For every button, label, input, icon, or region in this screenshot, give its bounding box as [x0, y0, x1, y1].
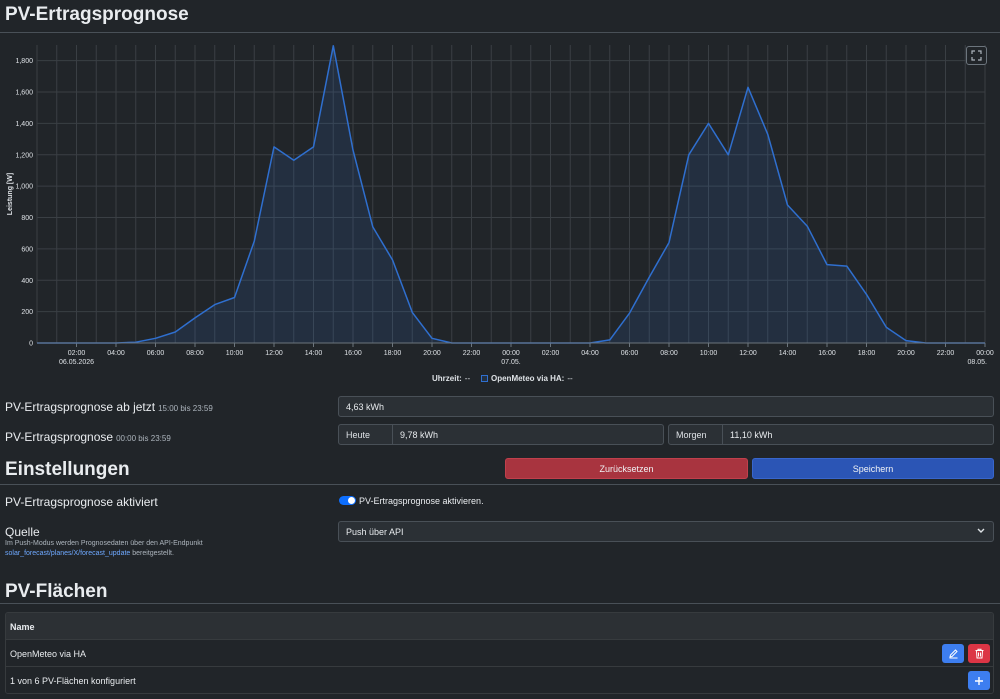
chevron-down-icon	[977, 528, 985, 533]
y-tick-label: 400	[21, 278, 33, 285]
source-help-text: Im Push-Modus werden Prognosedaten über …	[5, 540, 203, 547]
legend-time-label: Uhrzeit:	[432, 374, 462, 383]
source-label: Quelle	[5, 525, 40, 539]
x-tick-date-label: 07.05.	[501, 359, 521, 366]
x-tick-label: 00:00	[502, 350, 520, 357]
forecast-now-field: 4,63 kWh	[338, 396, 994, 417]
column-header-name: Name	[10, 622, 35, 632]
y-tick-label: 600	[21, 246, 33, 253]
forecast-days-range: 00:00 bis 23:59	[116, 434, 171, 443]
source-select[interactable]: Push über API	[338, 521, 994, 542]
legend-series-value: --	[567, 374, 573, 383]
forecast-now-value: 4,63 kWh	[346, 401, 385, 412]
planes-table: Name OpenMeteo via HA 1 von 6 PV-Flächen…	[5, 612, 994, 694]
x-tick-date-label: 06.05.2026	[59, 359, 94, 366]
y-tick-label: 1,200	[15, 152, 33, 159]
today-addon: Heute	[339, 425, 393, 444]
y-tick-label: 1,600	[15, 90, 33, 97]
x-tick-label: 06:00	[621, 350, 639, 357]
forecast-days-title: PV-Ertragsprognose	[5, 430, 114, 444]
legend-time-value: --	[464, 374, 471, 383]
x-tick-label: 08:00	[660, 350, 678, 357]
x-tick-label: 12:00	[265, 350, 283, 357]
x-tick-date-label: 08.05.	[968, 359, 988, 366]
x-tick-label: 12:00	[739, 350, 757, 357]
y-tick-label: 200	[21, 309, 33, 316]
y-tick-label: 1,400	[15, 121, 33, 128]
x-tick-label: 04:00	[581, 350, 599, 357]
divider	[0, 603, 1000, 604]
pencil-icon	[948, 649, 958, 659]
forecast-days-label: PV-Ertragsprognose 00:00 bis 23:59	[5, 430, 171, 444]
table-header: Name	[6, 613, 993, 640]
forecast-tomorrow-field: Morgen 11,10 kWh	[668, 424, 994, 445]
today-value: 9,78 kWh	[400, 429, 439, 440]
y-tick-label: 0	[29, 341, 33, 348]
fullscreen-button[interactable]	[966, 46, 987, 65]
enabled-label: PV-Ertragsprognose aktiviert	[5, 495, 158, 509]
x-tick-label: 10:00	[226, 350, 244, 357]
forecast-chart[interactable]: 0 200 400 600 800 1,000 1,200 1,400 1,600 1,800 Le…	[0, 38, 1000, 390]
divider	[0, 484, 1000, 485]
add-plane-button[interactable]	[968, 671, 990, 690]
settings-title: Einstellungen	[5, 459, 130, 480]
x-tick-label: 20:00	[897, 350, 915, 357]
enabled-toggle[interactable]	[339, 496, 356, 505]
planes-title: PV-Flächen	[5, 581, 108, 602]
trash-icon	[975, 648, 983, 659]
tomorrow-addon: Morgen	[669, 425, 723, 444]
x-tick-label: 16:00	[344, 350, 362, 357]
x-tick-label: 22:00	[463, 350, 481, 357]
x-tick-label: 22:00	[937, 350, 955, 357]
legend-swatch	[481, 375, 488, 382]
chart-legend: Uhrzeit: -- OpenMeteo via HA: --	[0, 372, 1000, 386]
enabled-toggle-label[interactable]: PV-Ertragsprognose aktivieren.	[359, 496, 484, 506]
legend-series-label: OpenMeteo via HA:	[491, 374, 565, 383]
planes-summary: 1 von 6 PV-Flächen konfiguriert	[10, 676, 136, 686]
page-title: PV-Ertragsprognose	[5, 4, 189, 25]
x-tick-label: 02:00	[542, 350, 560, 357]
source-help-line2: solar_forecast/planes/X/forecast_update …	[5, 550, 174, 557]
x-tick-label: 04:00	[107, 350, 125, 357]
plus-icon	[975, 676, 983, 685]
x-tick-label: 18:00	[384, 350, 402, 357]
divider	[0, 32, 1000, 33]
y-tick-label: 1,000	[15, 184, 33, 191]
x-tick-label: 16:00	[818, 350, 836, 357]
x-tick-label: 14:00	[779, 350, 797, 357]
save-button[interactable]: Speichern	[752, 458, 994, 479]
source-help-suffix: bereitgestellt.	[132, 550, 174, 557]
source-select-value: Push über API	[346, 526, 404, 537]
x-tick-label: 20:00	[423, 350, 441, 357]
forecast-now-label: PV-Ertragsprognose ab jetzt 15:00 bis 23:…	[5, 400, 213, 414]
y-axis-label: Leistung [W]	[7, 173, 14, 215]
x-tick-label: 14:00	[305, 350, 323, 357]
delete-button[interactable]	[968, 644, 990, 663]
x-tick-label: 06:00	[147, 350, 165, 357]
fullscreen-icon	[971, 50, 982, 61]
source-help-link[interactable]: solar_forecast/planes/X/forecast_update	[5, 550, 130, 557]
y-tick-label: 1,800	[15, 58, 33, 65]
table-row: OpenMeteo via HA	[6, 640, 993, 667]
x-tick-label: 10:00	[700, 350, 718, 357]
forecast-now-range: 15:00 bis 23:59	[158, 404, 213, 413]
table-row-summary: 1 von 6 PV-Flächen konfiguriert	[6, 667, 993, 693]
edit-button[interactable]	[942, 644, 964, 663]
y-tick-label: 800	[21, 215, 33, 222]
plane-name: OpenMeteo via HA	[10, 649, 87, 659]
x-tick-label: 08:00	[186, 350, 204, 357]
forecast-today-field: Heute 9,78 kWh	[338, 424, 664, 445]
legend-series[interactable]: OpenMeteo via HA: --	[481, 374, 573, 383]
x-tick-label: 02:00	[68, 350, 86, 357]
x-tick-label: 00:00	[976, 350, 994, 357]
x-tick-label: 18:00	[858, 350, 876, 357]
forecast-now-title: PV-Ertragsprognose ab jetzt	[5, 400, 156, 414]
reset-button[interactable]: Zurücksetzen	[505, 458, 748, 479]
tomorrow-value: 11,10 kWh	[730, 429, 773, 440]
